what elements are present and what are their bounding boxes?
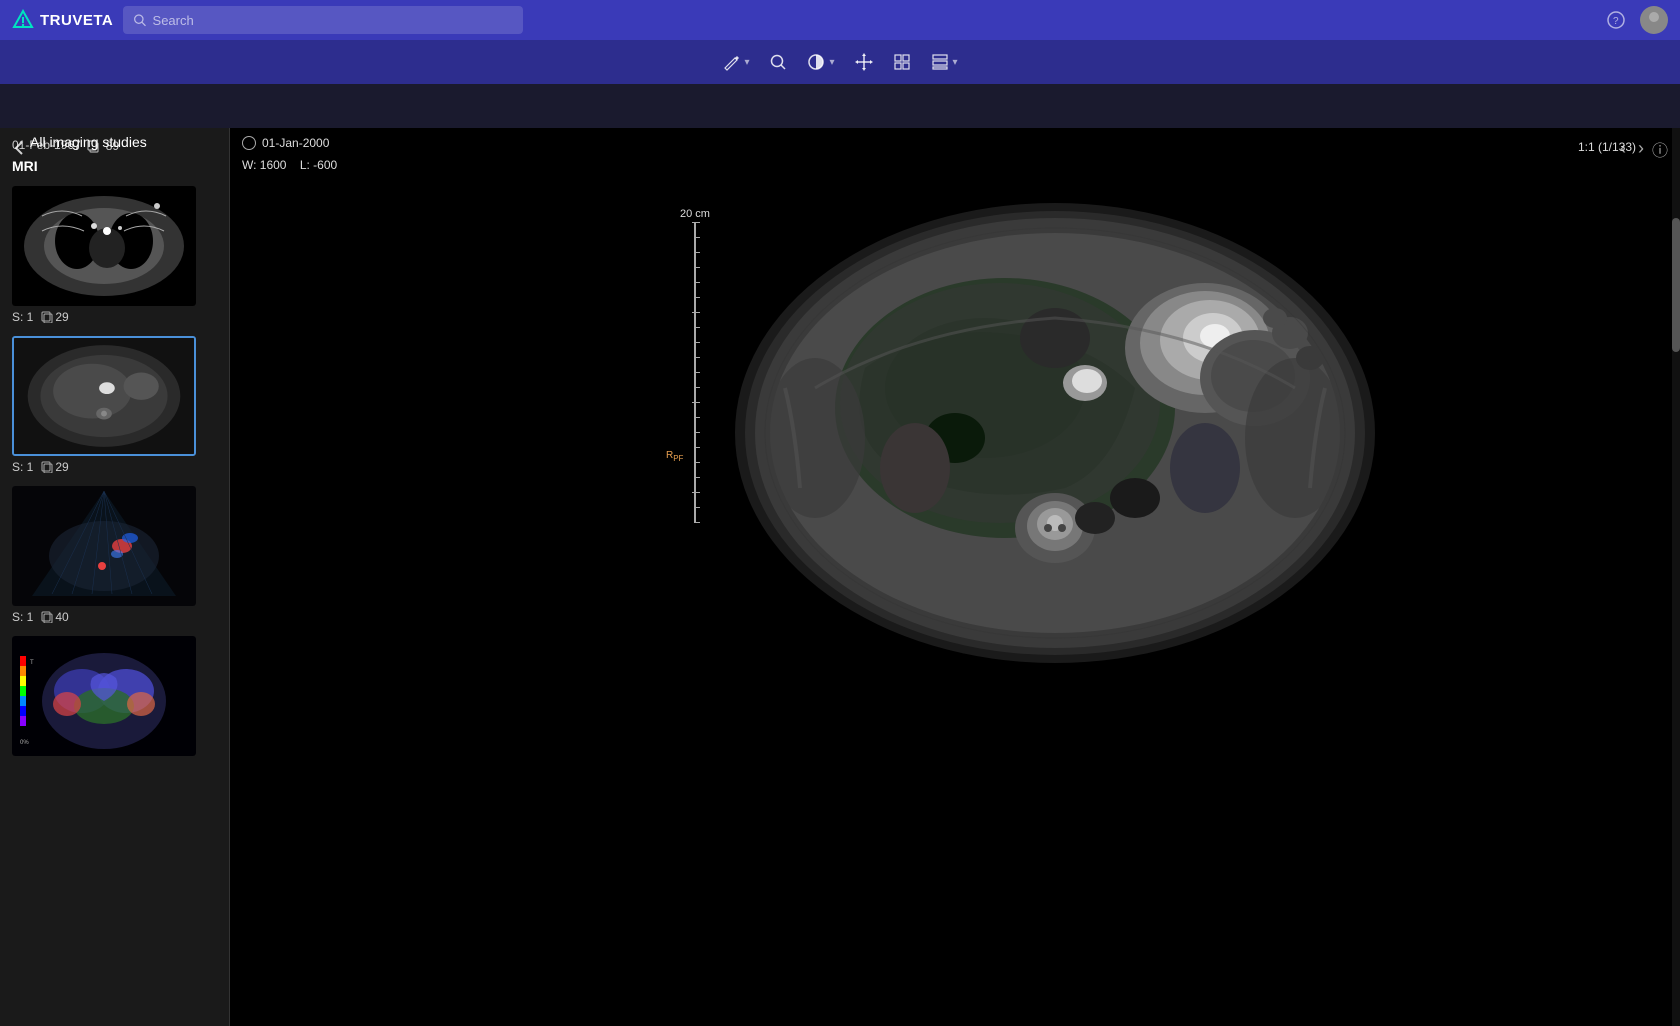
study-thumbnail-4[interactable]: T 0% [12, 636, 196, 756]
sidebar-modality: MRI [12, 158, 217, 174]
grid-layout-button[interactable]: ▾ [923, 49, 966, 75]
page-info: 1:1 (1/133) [1578, 140, 1636, 154]
grid-layout-dropdown-chevron: ▾ [953, 57, 958, 68]
study-thumbnail-3[interactable] [12, 486, 196, 606]
ruler-marker: RPF [666, 450, 683, 463]
date-circle-icon [242, 136, 256, 150]
frames-count-3: 40 [55, 610, 68, 624]
study-item-2[interactable]: S: 1 29 [0, 330, 229, 480]
contrast-icon [807, 53, 825, 71]
all-studies-title: All imaging studies [30, 134, 147, 150]
mri-scan-image [715, 188, 1395, 678]
study-thumbnail-1[interactable] [12, 186, 196, 306]
frames-2: 29 [41, 460, 68, 474]
window-level: L: -600 [300, 158, 337, 172]
grid4-icon [893, 53, 911, 71]
top-navigation: TRUVETA ? [0, 0, 1680, 40]
zoom-icon [769, 53, 787, 71]
ruler-label: 20 cm [680, 208, 710, 220]
user-icon [1642, 8, 1666, 32]
frames-icon-2 [41, 461, 53, 473]
subheader: All imaging studies [0, 84, 1680, 128]
user-avatar[interactable] [1640, 6, 1668, 34]
pen-icon [722, 53, 740, 71]
mri-scan-svg [715, 188, 1395, 678]
grid4-button[interactable] [885, 49, 919, 75]
scrollbar-thumb[interactable] [1672, 218, 1680, 353]
viewer-top-bar: 01-Jan-2000 W: 1600 L: -600 [230, 128, 1680, 180]
pan-icon [855, 53, 873, 71]
search-bar[interactable] [123, 6, 523, 34]
viewer-wl: W: 1600 L: -600 [242, 158, 337, 172]
search-input[interactable] [153, 13, 514, 28]
truveta-logo-icon [12, 9, 34, 31]
frames-count-2: 29 [55, 460, 68, 474]
study-thumbnail-2[interactable] [12, 336, 196, 456]
logo-text: TRUVETA [40, 12, 113, 29]
pen-tool-button[interactable]: ▾ [714, 49, 757, 75]
study-item-1[interactable]: S: 1 29 [0, 180, 229, 330]
logo: TRUVETA [12, 9, 113, 31]
back-button[interactable] [8, 136, 32, 165]
help-button[interactable]: ? [1602, 6, 1630, 34]
ultrasound-preview [12, 486, 196, 606]
info-circle-icon[interactable]: ⓘ [1652, 137, 1668, 161]
svg-text:?: ? [1613, 16, 1619, 27]
frames-count-1: 29 [55, 310, 68, 324]
grid-layout-icon [931, 53, 949, 71]
sidebar: 01-Feb-1967 89 MRI [0, 128, 230, 1026]
frames-icon-3 [41, 611, 53, 623]
series-1: S: 1 [12, 310, 33, 324]
brain-color-preview: T 0% [12, 636, 196, 756]
frames-1: 29 [41, 310, 68, 324]
frames-icon-1 [41, 311, 53, 323]
ct-chest-preview [12, 186, 196, 306]
svg-text:0%: 0% [20, 740, 29, 746]
viewer-date: 01-Jan-2000 [262, 136, 329, 150]
study-item-4[interactable]: T 0% [0, 630, 229, 762]
contrast-dropdown-chevron: ▾ [829, 57, 834, 68]
series-2: S: 1 [12, 460, 33, 474]
viewer-scrollbar[interactable] [1672, 128, 1680, 1026]
search-icon [133, 13, 146, 27]
study-item-3[interactable]: S: 1 40 [0, 480, 229, 630]
mri-abdomen-preview [14, 336, 194, 456]
viewer-area: 01-Jan-2000 W: 1600 L: -600 ‹ › ⓘ 1:1 (1… [230, 128, 1680, 1026]
ruler: 20 cm [680, 208, 710, 522]
main-content: 01-Feb-1967 89 MRI [0, 128, 1680, 1026]
study-meta-3: S: 1 40 [12, 610, 217, 624]
frames-3: 40 [41, 610, 68, 624]
back-arrow-icon [12, 140, 28, 156]
svg-text:T: T [30, 660, 34, 666]
contrast-tool-button[interactable]: ▾ [799, 49, 842, 75]
toolbar: ▾ ▾ [0, 40, 1680, 84]
viewer-date-row: 01-Jan-2000 [242, 136, 329, 150]
help-icon: ? [1607, 11, 1625, 29]
next-frame-button[interactable]: › [1634, 136, 1648, 161]
study-meta-2: S: 1 29 [12, 460, 217, 474]
zoom-tool-button[interactable] [761, 49, 795, 75]
pan-tool-button[interactable] [847, 49, 881, 75]
study-meta-1: S: 1 29 [12, 310, 217, 324]
series-3: S: 1 [12, 610, 33, 624]
window-width: W: 1600 [242, 158, 286, 172]
pen-dropdown-chevron: ▾ [744, 57, 749, 68]
